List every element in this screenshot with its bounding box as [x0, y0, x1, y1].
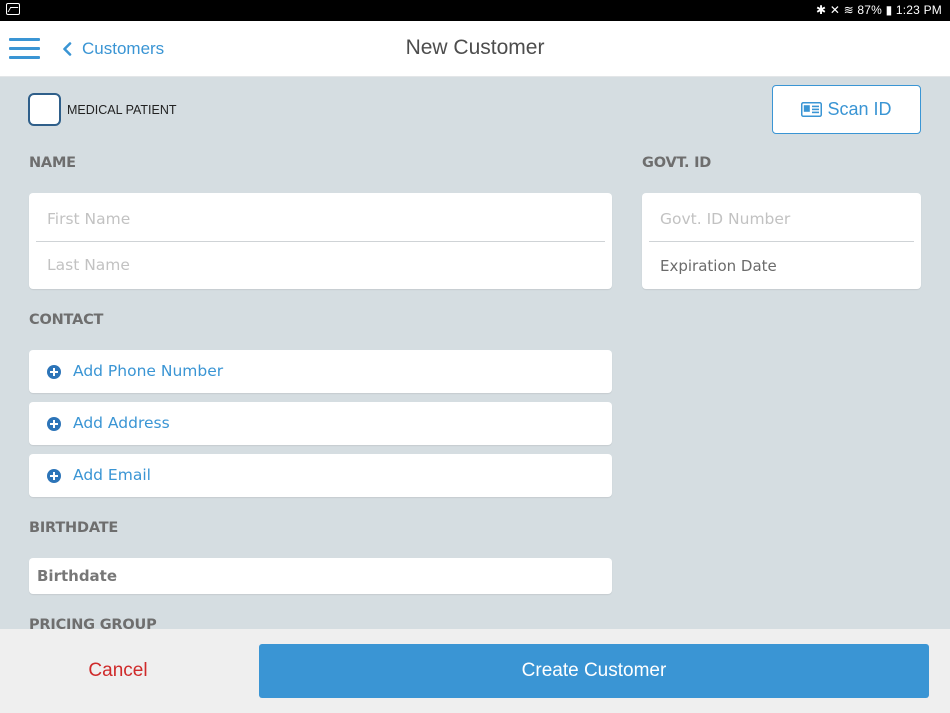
medical-patient-label: MEDICAL PATIENT: [67, 103, 177, 117]
birthdate-section-label: BIRTHDATE: [29, 520, 119, 536]
plus-circle-icon: [47, 365, 61, 379]
add-email-label: Add Email: [73, 466, 151, 484]
create-customer-button[interactable]: Create Customer: [259, 644, 929, 698]
scan-id-label: Scan ID: [827, 99, 892, 119]
contact-section-label: CONTACT: [29, 312, 104, 328]
add-phone-number-label: Add Phone Number: [73, 362, 224, 380]
status-bar: ✱ ✕ ≋ 87% ▮ 1:23 PM: [0, 0, 950, 21]
name-section-label: NAME: [29, 155, 76, 171]
last-name-input[interactable]: [47, 252, 597, 278]
status-bar-info: ✱ ✕ ≋ 87% ▮ 1:23 PM: [816, 3, 942, 17]
page-title: New Customer: [405, 36, 545, 59]
add-address-button[interactable]: Add Address: [29, 402, 612, 445]
govt-id-number-input[interactable]: [660, 206, 910, 232]
name-divider: [36, 241, 605, 242]
app-header: Customers New Customer: [0, 21, 950, 77]
govt-id-section-label: GOVT. ID: [642, 155, 712, 171]
pricing-group-section-label: PRICING GROUP: [29, 617, 157, 629]
customer-form: MEDICAL PATIENT Scan ID NAME GOVT. ID Ex…: [0, 78, 950, 629]
add-address-label: Add Address: [73, 414, 170, 432]
plus-circle-icon: [47, 417, 61, 431]
first-name-input[interactable]: [47, 206, 597, 232]
birthdate-field[interactable]: Birthdate: [29, 558, 612, 594]
name-card: [29, 193, 612, 289]
action-footer: Cancel Create Customer: [0, 629, 950, 713]
scan-id-button[interactable]: Scan ID: [772, 85, 921, 134]
medical-patient-checkbox[interactable]: [28, 93, 61, 126]
id-card-icon: [801, 102, 823, 117]
birthdate-label: Birthdate: [37, 567, 118, 585]
cancel-button[interactable]: Cancel: [0, 629, 236, 713]
govt-id-divider: [649, 241, 914, 242]
add-email-button[interactable]: Add Email: [29, 454, 612, 497]
expiration-date-field[interactable]: Expiration Date: [660, 257, 777, 275]
gallery-notification-icon: [6, 3, 20, 15]
plus-circle-icon: [47, 469, 61, 483]
add-phone-number-button[interactable]: Add Phone Number: [29, 350, 612, 393]
govt-id-card: Expiration Date: [642, 193, 921, 289]
